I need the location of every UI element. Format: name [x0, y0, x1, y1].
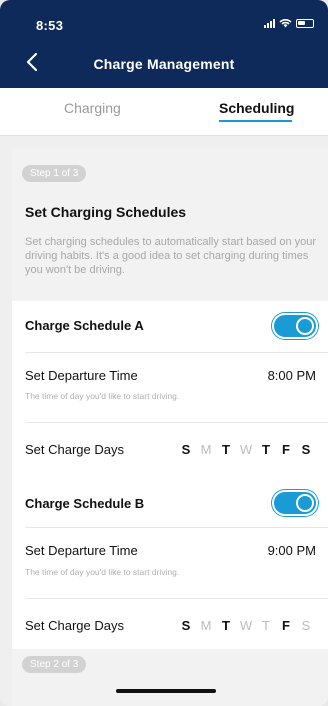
schedule-b-departure-hint: The time of day you'd like to start driv…: [25, 567, 180, 577]
step1-badge: Step 1 of 3: [22, 165, 87, 182]
step1-title: Set Charging Schedules: [25, 204, 187, 220]
day-toggle-sat[interactable]: S: [296, 442, 316, 457]
schedule-a-days-label: Set Charge Days: [25, 442, 124, 457]
signal-icon: [264, 18, 275, 28]
phone-screen: 8:53 Charge Management Charging Scheduli…: [0, 0, 328, 706]
day-toggle-tue[interactable]: T: [216, 618, 236, 633]
day-toggle-fri[interactable]: F: [276, 618, 296, 633]
schedule-a-departure-label[interactable]: Set Departure Time: [25, 368, 138, 383]
day-toggle-sat[interactable]: S: [296, 618, 316, 633]
step2-badge: Step 2 of 3: [22, 656, 87, 673]
schedule-b-title: Charge Schedule B: [25, 496, 145, 511]
toggle-knob: [296, 494, 314, 512]
day-toggle-sun[interactable]: S: [176, 442, 196, 457]
day-toggle-thu[interactable]: T: [256, 618, 276, 633]
schedule-a-days: S M T W T F S: [176, 442, 316, 457]
day-toggle-wed[interactable]: W: [236, 618, 256, 633]
schedule-b-panel: Charge Schedule B Set Departure Time 9:0…: [12, 477, 328, 649]
day-toggle-mon[interactable]: M: [196, 618, 216, 633]
day-toggle-mon[interactable]: M: [196, 442, 216, 457]
toggle-knob: [296, 317, 314, 335]
battery-icon: [296, 18, 314, 28]
schedule-b-departure-time[interactable]: 9:00 PM: [268, 543, 316, 558]
divider: [25, 598, 328, 599]
status-time: 8:53: [36, 18, 64, 33]
day-toggle-fri[interactable]: F: [276, 442, 296, 457]
schedule-b-days-label: Set Charge Days: [25, 618, 124, 633]
schedule-a-toggle[interactable]: [272, 313, 318, 339]
wifi-icon: [279, 19, 292, 28]
schedule-b-days: S M T W T F S: [176, 618, 316, 633]
step1-description: Set charging schedules to automatically …: [25, 236, 317, 276]
app-header: 8:53 Charge Management: [0, 0, 328, 88]
divider: [25, 352, 328, 353]
status-icons: [264, 18, 314, 28]
schedule-a-departure-hint: The time of day you'd like to start driv…: [25, 391, 180, 401]
day-toggle-wed[interactable]: W: [236, 442, 256, 457]
tab-charging[interactable]: Charging: [64, 100, 121, 116]
day-toggle-tue[interactable]: T: [216, 442, 236, 457]
page-title: Charge Management: [93, 56, 235, 72]
day-toggle-sun[interactable]: S: [176, 618, 196, 633]
tab-bar: Charging Scheduling: [0, 88, 328, 136]
active-tab-indicator: [219, 120, 292, 122]
home-indicator[interactable]: [116, 689, 216, 693]
tab-scheduling[interactable]: Scheduling: [219, 100, 294, 116]
day-toggle-thu[interactable]: T: [256, 442, 276, 457]
schedule-a-title: Charge Schedule A: [25, 318, 144, 333]
divider: [25, 527, 328, 528]
schedule-a-departure-time[interactable]: 8:00 PM: [268, 368, 316, 383]
schedule-b-departure-label[interactable]: Set Departure Time: [25, 543, 138, 558]
divider: [25, 422, 328, 423]
schedule-b-toggle[interactable]: [272, 490, 318, 516]
schedule-a-panel: Charge Schedule A Set Departure Time 8:0…: [12, 301, 328, 477]
